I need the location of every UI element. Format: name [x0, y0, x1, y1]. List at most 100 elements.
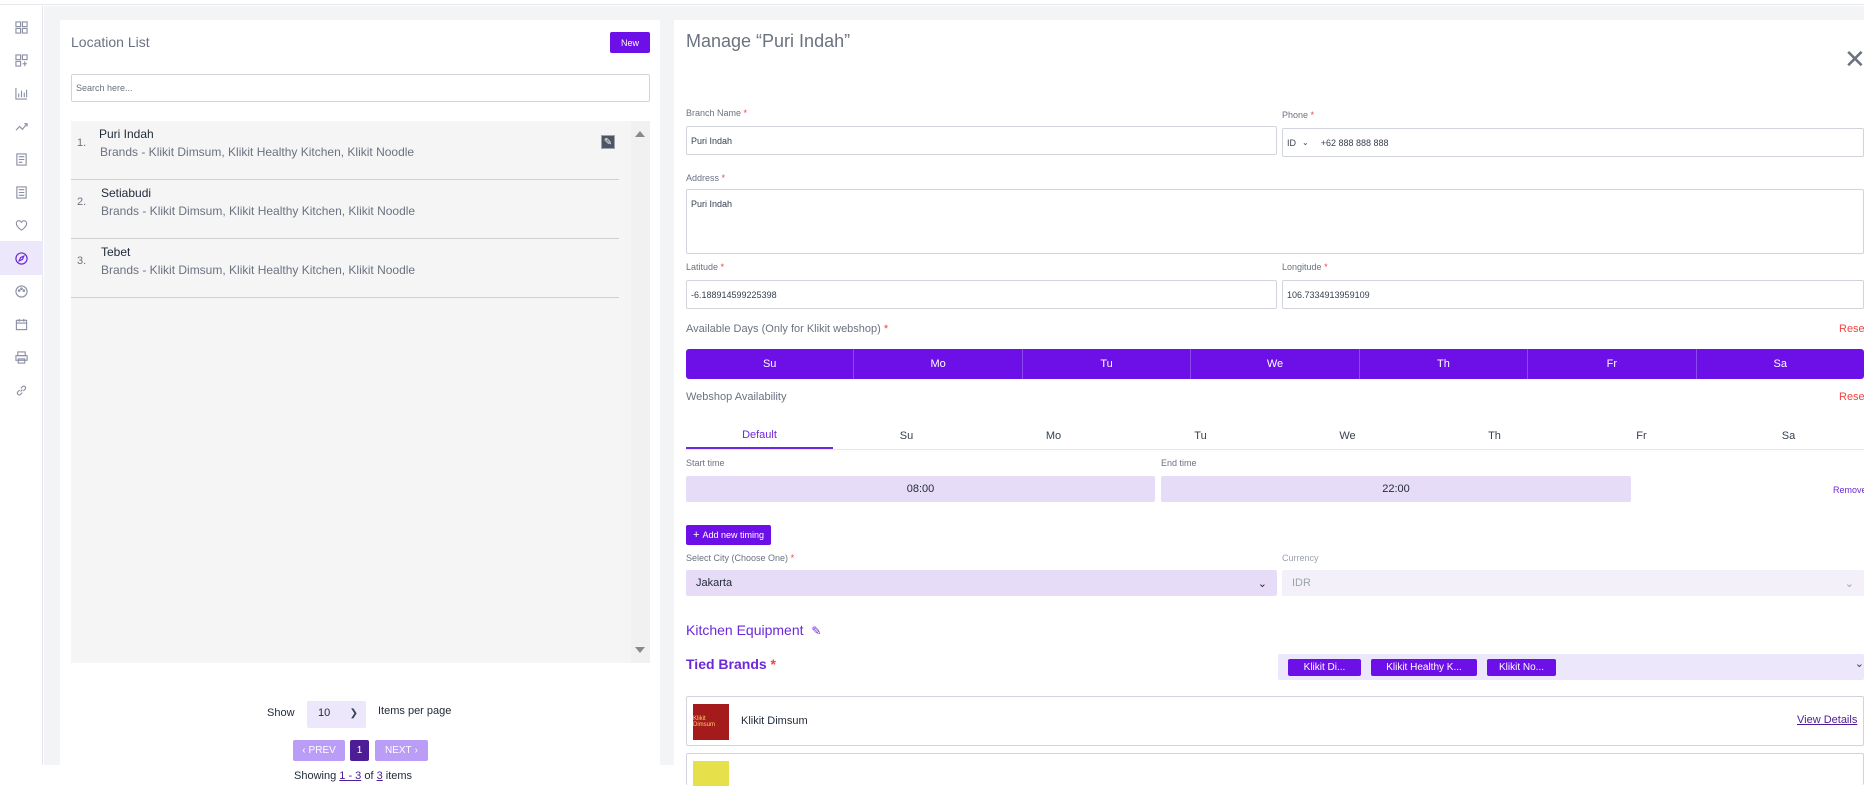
latitude-field[interactable]: -6.188914599225398 [686, 280, 1277, 309]
pencil-icon[interactable]: ✎ [811, 624, 821, 638]
reset-days-button[interactable]: Reset [1839, 323, 1864, 335]
address-label: Address * [686, 173, 726, 183]
brand-logo: Klikit Dimsum [693, 704, 729, 740]
scroll-up-icon[interactable] [635, 131, 645, 137]
phone-label: Phone * [1282, 110, 1315, 120]
remove-timing-button[interactable]: Remove [1833, 485, 1864, 495]
list-item[interactable]: 1. Puri Indah Brands - Klikit Dimsum, Kl… [71, 121, 619, 180]
compass-icon[interactable] [0, 241, 43, 275]
city-select[interactable]: Jakarta ⌄ [686, 570, 1277, 596]
reports-icon[interactable] [0, 175, 43, 209]
page-title: Manage “Puri Indah” [686, 31, 851, 51]
orders-icon[interactable] [0, 142, 43, 176]
list-item-name: Setiabudi [101, 186, 152, 200]
widgets-icon[interactable] [0, 43, 43, 77]
page-button-current[interactable]: 1 [350, 740, 369, 761]
kitchen-equipment-title[interactable]: Kitchen Equipment ✎ [686, 622, 821, 638]
reset-availability-button[interactable]: Reset [1839, 391, 1864, 403]
showing-of: of [364, 770, 374, 782]
prev-label: PREV [308, 745, 336, 756]
location-list: 1. Puri Indah Brands - Klikit Dimsum, Kl… [71, 121, 650, 663]
next-page-button[interactable]: NEXT › [375, 740, 428, 761]
showing-total-link[interactable]: 3 [377, 770, 383, 782]
tab-sa[interactable]: Sa [1715, 422, 1862, 449]
edit-icon[interactable]: ✎ [601, 135, 615, 149]
day-toggle-mo[interactable]: Mo [854, 349, 1023, 379]
trend-icon[interactable] [0, 109, 43, 143]
tab-th[interactable]: Th [1421, 422, 1568, 449]
pagination-summary: Showing 1 - 3 of 3 items [294, 770, 412, 782]
tied-brands-select[interactable]: Klikit Di... Klikit Healthy K... Klikit … [1278, 654, 1864, 680]
end-time-label: End time [1161, 458, 1197, 468]
tab-default[interactable]: Default [686, 422, 833, 449]
tab-fr[interactable]: Fr [1568, 422, 1715, 449]
brand-chip[interactable]: Klikit Healthy K... [1371, 659, 1477, 676]
chevron-right-icon: › [414, 745, 418, 756]
sidebar [0, 6, 43, 765]
start-time-label: Start time [686, 458, 725, 468]
tied-brands-title: Tied Brands * [686, 656, 776, 672]
calendar-icon[interactable] [0, 307, 43, 341]
heart-icon[interactable] [0, 208, 43, 242]
scroll-down-icon[interactable] [635, 647, 645, 653]
list-item[interactable]: 2. Setiabudi Brands - Klikit Dimsum, Kli… [71, 180, 619, 239]
chevron-down-icon: ⌄ [1844, 577, 1854, 590]
add-new-timing-button[interactable]: + Add new timing [686, 525, 771, 545]
items-per-page-value: 10 [318, 707, 331, 719]
day-toggle-sa[interactable]: Sa [1697, 349, 1864, 379]
tab-tu[interactable]: Tu [1127, 422, 1274, 449]
printer-icon[interactable] [0, 340, 43, 374]
list-item[interactable]: 3. Tebet Brands - Klikit Dimsum, Klikit … [71, 239, 619, 298]
day-toggle-su[interactable]: Su [686, 349, 855, 379]
chevron-left-icon: ‹ [302, 745, 306, 756]
list-item-brands: Brands - Klikit Dimsum, Klikit Healthy K… [101, 204, 416, 218]
link-icon[interactable] [0, 373, 43, 407]
address-field[interactable]: Puri Indah [686, 189, 1864, 254]
search-input[interactable] [71, 74, 650, 102]
branch-name-label: Branch Name * [686, 108, 748, 118]
day-toggle-tu[interactable]: Tu [1023, 349, 1192, 379]
new-location-button[interactable]: New [610, 32, 650, 53]
bar-chart-icon[interactable] [0, 76, 43, 110]
longitude-label: Longitude * [1282, 262, 1328, 272]
brand-chip[interactable]: Klikit No... [1487, 659, 1556, 676]
phone-country-select[interactable]: ID [1287, 138, 1296, 148]
chevron-down-icon: ⌄ [1257, 577, 1267, 590]
items-per-page-label: Items per page [378, 705, 452, 717]
tab-we[interactable]: We [1274, 422, 1421, 449]
location-list-title: Location List [71, 34, 150, 50]
view-details-link[interactable]: View Details [1797, 714, 1857, 726]
longitude-field[interactable]: 106.7334913959109 [1282, 280, 1864, 309]
palette-icon[interactable] [0, 274, 43, 308]
list-item-brands: Brands - Klikit Dimsum, Klikit Healthy K… [101, 263, 416, 277]
top-bar [0, 0, 1864, 5]
brand-chip[interactable]: Klikit Di... [1288, 659, 1361, 676]
branch-name-field[interactable]: Puri Indah [686, 126, 1277, 155]
kitchen-equipment-label: Kitchen Equipment [686, 622, 804, 638]
items-per-page-select[interactable]: 10 ❯ [307, 701, 366, 728]
tab-su[interactable]: Su [833, 422, 980, 449]
showing-range-link[interactable]: 1 - 3 [339, 770, 361, 782]
list-item-name: Tebet [101, 245, 131, 259]
add-timing-label: Add new timing [702, 530, 764, 540]
latitude-label: Latitude * [686, 262, 725, 272]
list-scrollbar[interactable] [631, 121, 650, 663]
list-item-number: 3. [77, 255, 87, 267]
chevron-down-icon: ⌄ [1854, 658, 1864, 670]
start-time-field[interactable]: 08:00 [686, 476, 1155, 502]
prev-page-button[interactable]: ‹ PREV [293, 740, 345, 761]
availability-tabs: Default Su Mo Tu We Th Fr Sa [686, 422, 1864, 450]
phone-number-value: +62 888 888 888 [1320, 137, 1389, 148]
day-toggle-th[interactable]: Th [1360, 349, 1529, 379]
location-list-panel: Location List New 1. Puri Indah Brands -… [60, 20, 660, 782]
available-days-toggle: Su Mo Tu We Th Fr Sa [686, 349, 1864, 379]
next-label: NEXT [384, 745, 412, 756]
brand-row: Klikit Dimsum Klikit Dimsum View Details [686, 696, 1864, 746]
day-toggle-we[interactable]: We [1191, 349, 1360, 379]
dashboard-icon[interactable] [0, 10, 43, 44]
day-toggle-fr[interactable]: Fr [1528, 349, 1697, 379]
phone-field[interactable]: ID ⌄ +62 888 888 888 [1282, 128, 1864, 157]
end-time-field[interactable]: 22:00 [1161, 476, 1631, 502]
tab-mo[interactable]: Mo [980, 422, 1127, 449]
close-icon[interactable]: ✕ [1844, 46, 1864, 72]
